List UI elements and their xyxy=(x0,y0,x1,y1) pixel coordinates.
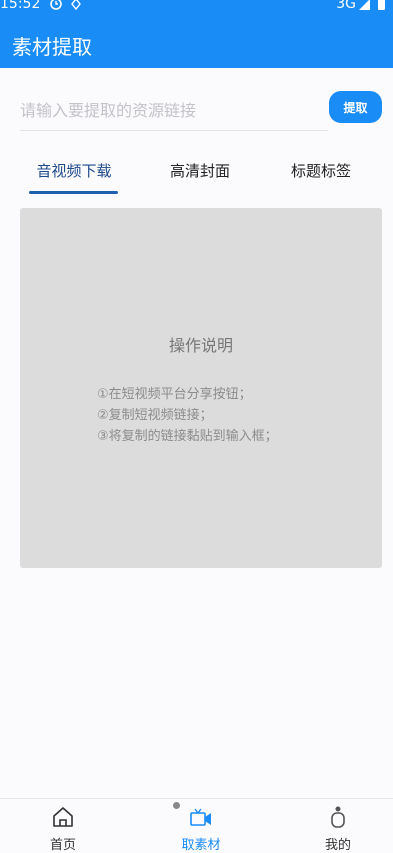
status-notification-icons xyxy=(50,0,81,11)
instructions-list: ①在短视频平台分享按钮； ②复制短视频链接； ③将复制的链接黏贴到输入框； xyxy=(97,384,278,447)
camera-icon xyxy=(190,808,211,826)
status-network: 3G xyxy=(336,0,356,12)
instruction-step: ①在短视频平台分享按钮； xyxy=(97,387,252,402)
status-bar: 15:52 3G xyxy=(0,0,393,12)
user-icon xyxy=(331,806,345,828)
page-title: 素材提取 xyxy=(12,35,92,59)
home-icon xyxy=(53,807,73,827)
tab-hd-cover[interactable]: 高清封面 xyxy=(140,160,260,181)
nav-profile[interactable]: 我的 xyxy=(278,799,393,853)
nav-home[interactable]: 首页 xyxy=(3,799,123,853)
tab-active-indicator xyxy=(29,191,118,194)
app-header: 15:52 3G 素材提取 xyxy=(0,0,393,68)
nav-get-material-label: 取素材 xyxy=(181,838,221,853)
instructions-panel: 操作说明 ①在短视频平台分享按钮； ②复制短视频链接； ③将复制的链接黏贴到输入… xyxy=(20,208,382,568)
extract-button[interactable]: 提取 xyxy=(329,91,382,123)
link-input[interactable] xyxy=(20,90,328,131)
status-time: 15:52 xyxy=(0,0,41,12)
instructions-title: 操作说明 xyxy=(168,336,233,355)
instruction-step: ③将复制的链接黏贴到输入框； xyxy=(97,429,278,444)
bottom-nav: 首页 取素材 我的 xyxy=(0,798,393,853)
tab-title-tags[interactable]: 标题标签 xyxy=(261,160,381,181)
nav-get-material[interactable]: 取素材 xyxy=(141,799,261,853)
nav-home-label: 首页 xyxy=(49,838,76,853)
tab-video-download[interactable]: 音视频下载 xyxy=(14,160,134,181)
signal-battery-icon xyxy=(359,0,385,10)
tab-bar: 音视频下载 高清封面 标题标签 xyxy=(0,150,393,198)
nav-profile-label: 我的 xyxy=(324,838,351,853)
instruction-step: ②复制短视频链接； xyxy=(97,408,213,423)
